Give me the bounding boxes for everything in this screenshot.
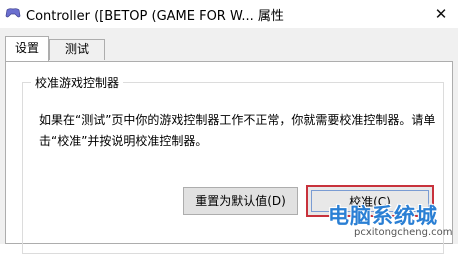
calibration-group: 校准游戏控制器 如果在“测试”页中你的游戏控制器工作不正常，你就需要校准控制器。… — [22, 74, 444, 254]
close-button[interactable]: ✕ — [424, 0, 458, 28]
focus-outline — [311, 190, 429, 212]
calibrate-button[interactable]: 校准(C) — [306, 185, 434, 217]
tab-test[interactable]: 测试 — [49, 39, 105, 60]
calibration-description: 如果在“测试”页中你的游戏控制器工作不正常，你就需要校准控制器。请单击“校准”并… — [39, 113, 436, 148]
title-bar: Controller ([BETOP (GAME FOR W... 属性 ✕ — [0, 0, 458, 28]
group-title: 校准游戏控制器 — [31, 74, 124, 91]
reset-defaults-button[interactable]: 重置为默认值(D) — [183, 187, 298, 215]
tab-settings[interactable]: 设置 — [5, 36, 49, 61]
window-title: Controller ([BETOP (GAME FOR W... 属性 — [26, 9, 284, 24]
game-controller-icon — [5, 8, 21, 18]
